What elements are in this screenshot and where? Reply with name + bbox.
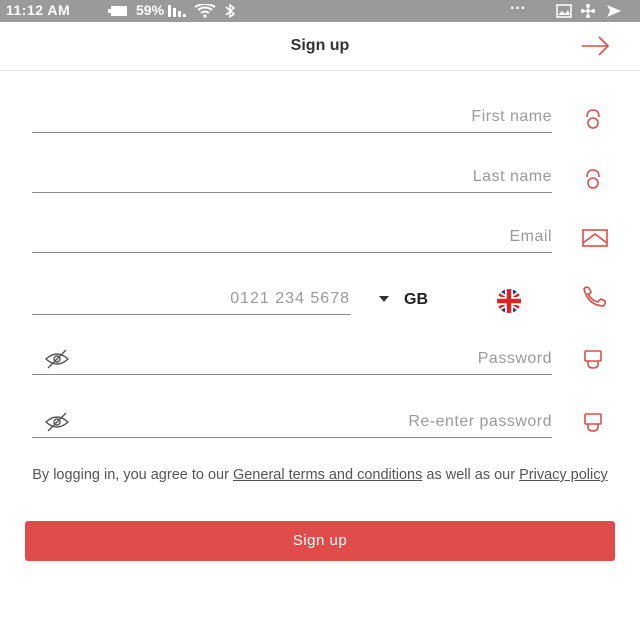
repassword-placeholder: Re-enter password: [408, 413, 552, 430]
person-icon: [586, 109, 600, 129]
password-placeholder: Password: [477, 350, 552, 367]
status-bar: 11:12 AM 59% ···: [0, 0, 640, 22]
country-select[interactable]: GB: [378, 288, 538, 316]
battery-percent: 59%: [136, 2, 165, 18]
lock-icon: [584, 413, 602, 432]
phone-input[interactable]: 0121 234 5678: [32, 288, 350, 315]
battery-icon: [108, 6, 127, 16]
phone-placeholder: 0121 234 5678: [230, 290, 350, 307]
password-field[interactable]: Password: [32, 348, 552, 375]
bluetooth-icon: [225, 4, 236, 18]
wifi-icon: [194, 4, 216, 18]
first-name-placeholder: First name: [471, 108, 552, 125]
last-name-placeholder: Last name: [472, 168, 552, 185]
uk-flag-icon: [497, 289, 521, 313]
terms-middle: as well as our: [426, 467, 516, 483]
terms-text: By logging in, you agree to our General …: [30, 466, 610, 484]
eye-off-icon[interactable]: [44, 411, 70, 433]
signal-icon: [168, 5, 186, 17]
terms-prefix: By logging in, you agree to our: [32, 467, 229, 483]
eye-off-icon[interactable]: [44, 348, 70, 370]
country-code: GB: [404, 291, 428, 308]
status-time: 11:12 AM: [6, 2, 71, 18]
arrow-icon[interactable]: [580, 34, 612, 58]
app-header: Sign up: [0, 22, 640, 71]
person-icon: [586, 169, 600, 189]
image-icon: [556, 4, 572, 18]
sign-up-button[interactable]: Sign up: [25, 521, 615, 561]
envelope-icon: [582, 229, 608, 247]
more-dots: ···: [510, 0, 526, 17]
email-placeholder: Email: [509, 228, 552, 245]
send-icon: [607, 5, 621, 17]
phone-icon: [583, 286, 607, 307]
caret-down-icon: [379, 296, 389, 302]
fan-icon: [581, 4, 595, 18]
first-name-field[interactable]: First name: [32, 106, 552, 133]
repassword-field[interactable]: Re-enter password: [32, 411, 552, 438]
last-name-field[interactable]: Last name: [32, 166, 552, 193]
privacy-policy-link[interactable]: Privacy policy: [519, 467, 608, 483]
general-terms-link[interactable]: General terms and conditions: [233, 467, 422, 483]
lock-icon: [584, 350, 602, 369]
page-title: Sign up: [290, 37, 350, 54]
email-field[interactable]: Email: [32, 226, 552, 253]
